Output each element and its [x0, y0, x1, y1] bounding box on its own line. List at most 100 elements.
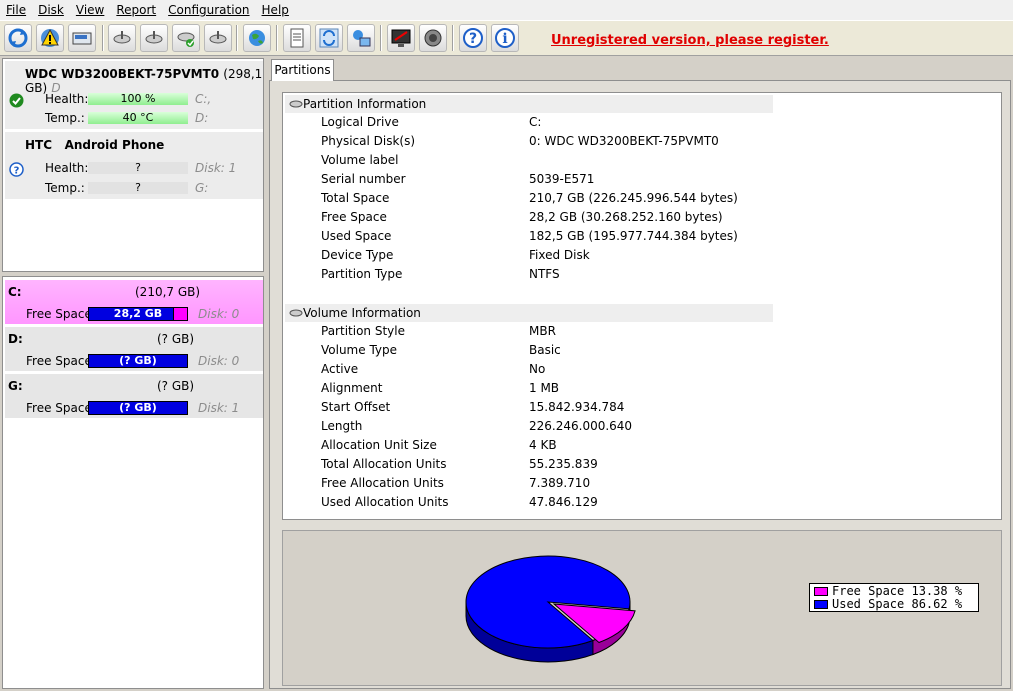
toolbar-separator: [452, 25, 454, 51]
volume-info-header: Volume Information: [285, 304, 773, 322]
temp-bar: 40 °C: [88, 112, 188, 124]
menu-configuration[interactable]: Configuration: [162, 3, 255, 17]
volume-info-value: Basic: [529, 343, 561, 357]
info-button[interactable]: i: [491, 24, 519, 52]
report-button[interactable]: [283, 24, 311, 52]
satellite-icon: [113, 31, 131, 44]
sync-button[interactable]: [315, 24, 343, 52]
svg-text:?: ?: [14, 166, 20, 177]
partition-info-value: Fixed Disk: [529, 248, 590, 262]
partition-disk: Disk: 1: [198, 401, 240, 415]
help-button[interactable]: ?: [459, 24, 487, 52]
menu-file[interactable]: File: [0, 3, 32, 17]
menu-view[interactable]: View: [70, 3, 110, 17]
free-space-value: (? GB): [119, 354, 157, 367]
svg-text:i: i: [502, 31, 507, 47]
menu-report[interactable]: Report: [110, 3, 162, 17]
free-space-value: 28,2 GB: [113, 307, 163, 320]
free-space-label: Free Space: [26, 307, 92, 321]
health-bar: 100 %: [88, 93, 188, 105]
volume-info-key: Volume Type: [321, 343, 398, 357]
info-icon: i: [495, 28, 515, 48]
legend-swatch: [814, 600, 828, 609]
satellite-icon: [145, 31, 163, 44]
menu-disk[interactable]: Disk: [32, 3, 70, 17]
health-bar: ?: [88, 162, 188, 174]
partition-item-c[interactable]: C: (210,7 GB) Free Space 28,2 GB Disk: 0: [5, 280, 263, 324]
disk-item-htc[interactable]: HTC Android Phone ? Health: ? Disk: 1 Te…: [5, 132, 263, 199]
menu-help[interactable]: Help: [256, 3, 295, 17]
legend-item-used: Used Space 86.62 %: [814, 598, 962, 611]
volume-info-key: Alignment: [321, 381, 383, 395]
partition-item-g[interactable]: G: (? GB) Free Space (? GB) Disk: 1: [5, 374, 263, 418]
volume-info-key: Used Allocation Units: [321, 495, 449, 509]
disk-letter: D:: [195, 111, 209, 125]
disk-model: Android Phone: [64, 138, 165, 152]
drive-button[interactable]: [68, 24, 96, 52]
monitor-icon: [391, 29, 411, 47]
volume-info-value: 15.842.934.784: [529, 400, 625, 414]
globe-button[interactable]: [243, 24, 271, 52]
disk-item-wdc[interactable]: WDC WD3200BEKT-75PVMT0 (298,1 GB) D Heal…: [5, 61, 263, 129]
partition-info-value: 210,7 GB (226.245.996.544 bytes): [529, 191, 738, 205]
partition-info-value: 5039-E571: [529, 172, 595, 186]
volume-info-key: Partition Style: [321, 324, 405, 338]
volume-info-key: Free Allocation Units: [321, 476, 444, 490]
free-space-bar: (? GB): [88, 354, 188, 368]
tab-partitions[interactable]: Partitions: [271, 59, 334, 81]
satellite-button-1[interactable]: [108, 24, 136, 52]
partition-info-key: Serial number: [321, 172, 406, 186]
network-button[interactable]: [347, 24, 375, 52]
monitor-button[interactable]: [387, 24, 415, 52]
warning-icon: [41, 28, 59, 47]
free-space-label: Free Space: [26, 354, 92, 368]
volume-info-value: 1 MB: [529, 381, 560, 395]
alert-button[interactable]: [36, 24, 64, 52]
refresh-button[interactable]: [4, 24, 32, 52]
partition-disk: Disk: 0: [198, 354, 240, 368]
disk-title: WDC WD3200BEKT-75PVMT0 (298,1 GB) D: [25, 67, 263, 95]
volume-info-key: Start Offset: [321, 400, 391, 414]
temp-label: Temp.:: [45, 181, 85, 195]
partition-info-key: Used Space: [321, 229, 392, 243]
partition-item-d[interactable]: D: (? GB) Free Space (? GB) Disk: 0: [5, 327, 263, 371]
partition-info-key: Device Type: [321, 248, 394, 262]
question-icon: ?: [9, 162, 24, 177]
speaker-button[interactable]: [419, 24, 447, 52]
disk-list-panel: WDC WD3200BEKT-75PVMT0 (298,1 GB) D Heal…: [2, 58, 264, 272]
report-icon: [290, 28, 304, 48]
volume-info-key: Length: [321, 419, 363, 433]
legend-text: Free Space 13.38 %: [832, 584, 963, 598]
free-space-value: (? GB): [119, 401, 157, 414]
toolbar-separator: [236, 25, 238, 51]
partition-info-value: NTFS: [529, 267, 560, 281]
partition-list-panel: C: (210,7 GB) Free Space 28,2 GB Disk: 0…: [2, 276, 264, 689]
partition-info-title: Partition Information: [303, 97, 427, 111]
temp-label: Temp.:: [45, 111, 85, 125]
volume-info-key: Active: [321, 362, 359, 376]
satellite-icon: [289, 304, 303, 322]
svg-text:?: ?: [469, 31, 477, 47]
disk-title: HTC Android Phone: [25, 138, 164, 152]
speaker-icon: [424, 29, 442, 47]
volume-info-title: Volume Information: [303, 306, 421, 320]
info-panel: Partition Information Logical Drive C: Phy…: [282, 92, 1002, 520]
volume-info-value: No: [529, 362, 546, 376]
disk-letter: G:: [195, 181, 209, 195]
satellite-button-2[interactable]: [140, 24, 168, 52]
register-link[interactable]: Unregistered version, please register.: [551, 33, 829, 48]
volume-info-value: 47.846.129: [529, 495, 598, 509]
volume-info-value: 7.389.710: [529, 476, 591, 490]
satellite-check-button[interactable]: [172, 24, 200, 52]
partition-info-value: 0: WDC WD3200BEKT-75PVMT0: [529, 134, 719, 148]
partition-info-key: Partition Type: [321, 267, 403, 281]
legend-text: Used Space 86.62 %: [832, 597, 963, 611]
toolbar-separator: [276, 25, 278, 51]
partition-info-key: Volume label: [321, 153, 399, 167]
partition-size: (210,7 GB): [135, 285, 201, 299]
chart-legend: Free Space 13.38 % Used Space 86.62 %: [809, 583, 979, 612]
volume-info-value: 4 KB: [529, 438, 557, 452]
volume-info-key: Total Allocation Units: [321, 457, 447, 471]
partition-size: (? GB): [157, 379, 195, 393]
satellite-button-3[interactable]: [204, 24, 232, 52]
